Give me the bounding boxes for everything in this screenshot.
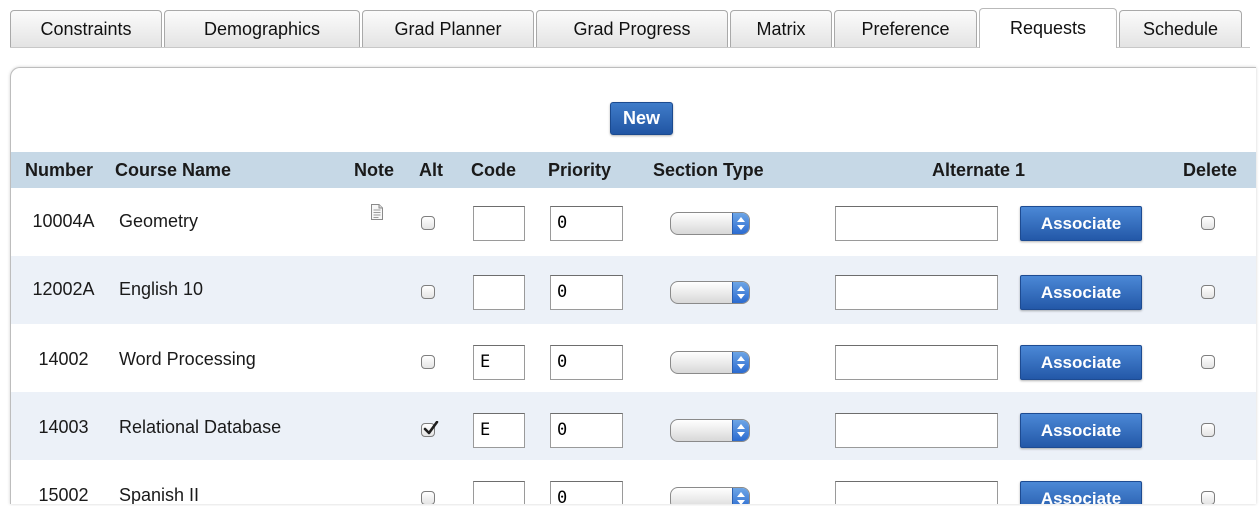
priority-input[interactable]: 0 <box>550 275 623 310</box>
code-input[interactable] <box>473 206 525 241</box>
alt-checkbox-checked[interactable] <box>421 421 439 437</box>
code-input[interactable] <box>473 481 525 504</box>
alternate1-input[interactable] <box>835 345 998 380</box>
section-type-select[interactable] <box>670 212 750 235</box>
delete-checkbox[interactable] <box>1201 355 1215 369</box>
table-row: 10004A Geometry 0 Associate <box>11 188 1256 256</box>
select-arrows-icon <box>732 488 749 504</box>
alt-checkbox[interactable] <box>421 491 435 504</box>
table-header: Number Course Name Note Alt Code Priorit… <box>11 152 1256 188</box>
course-name: Spanish II <box>119 485 200 504</box>
col-delete: Delete <box>1183 160 1238 180</box>
course-name: Word Processing <box>119 349 256 369</box>
tab-schedule[interactable]: Schedule <box>1119 10 1242 48</box>
alternate1-input[interactable] <box>835 206 998 241</box>
tab-bar: Constraints Demographics Grad Planner Gr… <box>10 8 1244 48</box>
course-name: Geometry <box>119 211 199 231</box>
alt-checkbox[interactable] <box>421 355 435 369</box>
course-name: English 10 <box>119 279 204 299</box>
section-type-select[interactable] <box>670 419 750 442</box>
priority-input[interactable]: 0 <box>550 413 623 448</box>
new-button[interactable]: New <box>610 102 673 135</box>
alt-checkbox[interactable] <box>421 216 435 230</box>
associate-button[interactable]: Associate <box>1020 206 1142 241</box>
course-number: 14003 <box>38 417 89 437</box>
tab-grad-planner[interactable]: Grad Planner <box>362 10 534 48</box>
alternate1-input[interactable] <box>835 413 998 448</box>
requests-panel: New Number Course Name Note Alt Code Pri… <box>10 67 1256 504</box>
section-type-select[interactable] <box>670 281 750 304</box>
course-name: Relational Database <box>119 417 282 437</box>
col-alt: Alt <box>419 160 443 180</box>
delete-checkbox[interactable] <box>1201 285 1215 299</box>
course-number: 10004A <box>32 211 95 231</box>
priority-input[interactable]: 0 <box>550 345 623 380</box>
table-row: 15002 Spanish II 0 Associate <box>11 460 1256 504</box>
select-arrows-icon <box>732 352 749 373</box>
delete-checkbox[interactable] <box>1201 216 1215 230</box>
note-icon[interactable] <box>371 204 383 220</box>
code-input[interactable]: E <box>473 413 525 448</box>
tab-demographics[interactable]: Demographics <box>164 10 360 48</box>
select-arrows-icon <box>732 282 749 303</box>
section-type-select[interactable] <box>670 351 750 374</box>
tab-preference[interactable]: Preference <box>834 10 977 48</box>
tab-requests[interactable]: Requests <box>979 8 1117 48</box>
delete-checkbox[interactable] <box>1201 423 1215 437</box>
col-number: Number <box>25 160 94 180</box>
table-row: 14003 Relational Database E 0 Associate <box>11 392 1256 460</box>
col-code: Code <box>471 160 516 180</box>
priority-input[interactable]: 0 <box>550 481 623 504</box>
select-arrows-icon <box>732 213 749 234</box>
col-priority: Priority <box>548 160 612 180</box>
tab-matrix[interactable]: Matrix <box>730 10 832 48</box>
course-number: 14002 <box>38 349 89 369</box>
table-row: 12002A English 10 0 Associate <box>11 256 1256 324</box>
priority-input[interactable]: 0 <box>550 206 623 241</box>
table-row: 14002 Word Processing E 0 Associate <box>11 324 1256 392</box>
tab-constraints[interactable]: Constraints <box>10 10 162 48</box>
code-input[interactable] <box>473 275 525 310</box>
alt-checkbox[interactable] <box>421 285 435 299</box>
course-number: 15002 <box>38 485 89 504</box>
tab-grad-progress[interactable]: Grad Progress <box>536 10 728 48</box>
delete-checkbox[interactable] <box>1201 491 1215 504</box>
col-section-type: Section Type <box>653 160 764 180</box>
associate-button[interactable]: Associate <box>1020 275 1142 310</box>
associate-button[interactable]: Associate <box>1020 345 1142 380</box>
associate-button[interactable]: Associate <box>1020 413 1142 448</box>
alternate1-input[interactable] <box>835 481 998 504</box>
alternate1-input[interactable] <box>835 275 998 310</box>
course-number: 12002A <box>32 279 95 299</box>
col-alternate-1: Alternate 1 <box>932 160 1026 180</box>
section-type-select[interactable] <box>670 487 750 504</box>
col-course-name: Course Name <box>115 160 232 180</box>
checkmark-icon <box>423 421 439 435</box>
select-arrows-icon <box>732 420 749 441</box>
code-input[interactable]: E <box>473 345 525 380</box>
associate-button[interactable]: Associate <box>1020 481 1142 504</box>
col-note: Note <box>354 160 394 180</box>
